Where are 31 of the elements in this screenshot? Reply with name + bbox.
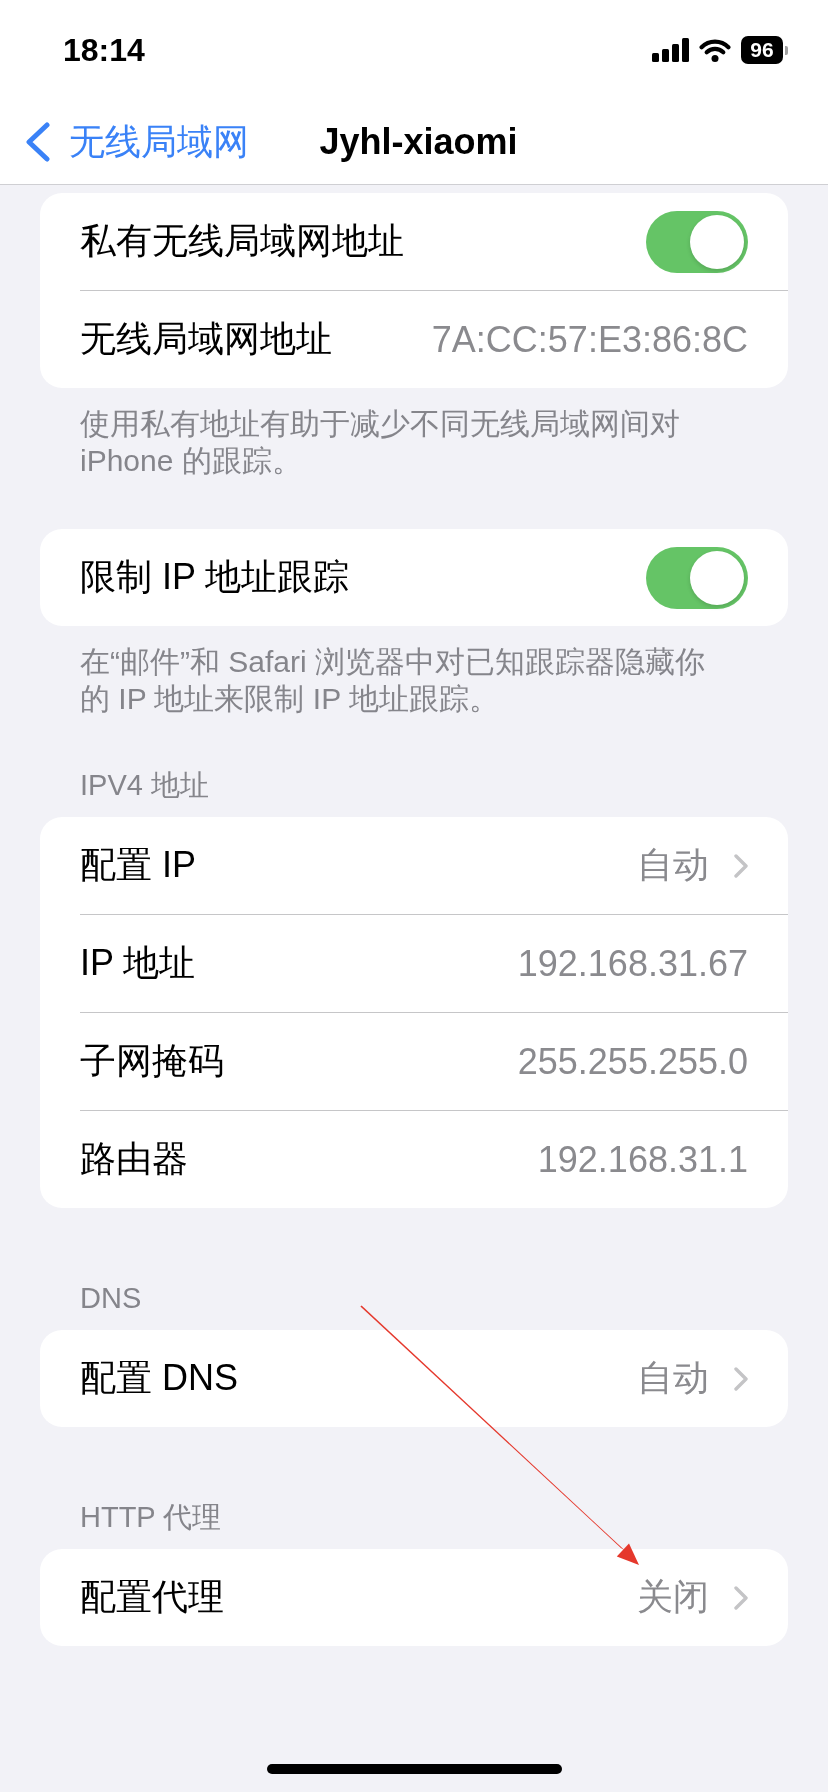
- status-time: 18:14: [63, 31, 145, 69]
- row-value[interactable]: 自动: [637, 1354, 709, 1403]
- row-value: 192.168.31.67: [517, 942, 748, 985]
- row-label[interactable]: 配置 IP: [80, 841, 196, 890]
- chevron-right-icon: [734, 853, 748, 878]
- chevron-left-icon: [25, 122, 51, 162]
- battery-indicator: 96: [741, 36, 788, 64]
- row-value: 192.168.31.1: [537, 1138, 748, 1181]
- row-label: 无线局域网地址: [80, 317, 332, 361]
- row-value[interactable]: 关闭: [637, 1573, 709, 1622]
- row-value[interactable]: 自动: [637, 841, 709, 890]
- section-footer: 使用私有地址有助于减少不同无线局域网间对 iPhone 的跟踪。: [40, 388, 730, 479]
- back-button[interactable]: 无线局域网: [25, 117, 249, 167]
- chevron-right-icon: [734, 1585, 748, 1610]
- chevron-right-icon: [734, 1366, 748, 1391]
- section-header: DNS: [79, 1281, 143, 1316]
- row-label: 限制 IP 地址跟踪: [80, 555, 350, 599]
- section-header: IPV4 地址: [79, 768, 210, 803]
- row-label: 子网掩码: [80, 1039, 224, 1083]
- row-label: 私有无线局域网地址: [80, 219, 404, 263]
- wifi-icon: [699, 38, 731, 62]
- row-value: 7A:CC:57:E3:86:8C: [431, 318, 748, 361]
- section-footer: 在“邮件”和 Safari 浏览器中对已知跟踪器隐藏你的 IP 地址来限制 IP 地址跟踪。: [40, 626, 730, 717]
- row-label[interactable]: 配置 DNS: [80, 1354, 238, 1403]
- row-value: 255.255.255.0: [517, 1040, 748, 1083]
- row-label: 路由器: [80, 1137, 188, 1181]
- nav-title: Jyhl-xiaomi: [319, 121, 518, 163]
- row-label: IP 地址: [80, 941, 196, 985]
- section-header: HTTP 代理: [79, 1500, 223, 1535]
- row-label[interactable]: 配置代理: [80, 1573, 224, 1622]
- signal-icon: [652, 38, 689, 62]
